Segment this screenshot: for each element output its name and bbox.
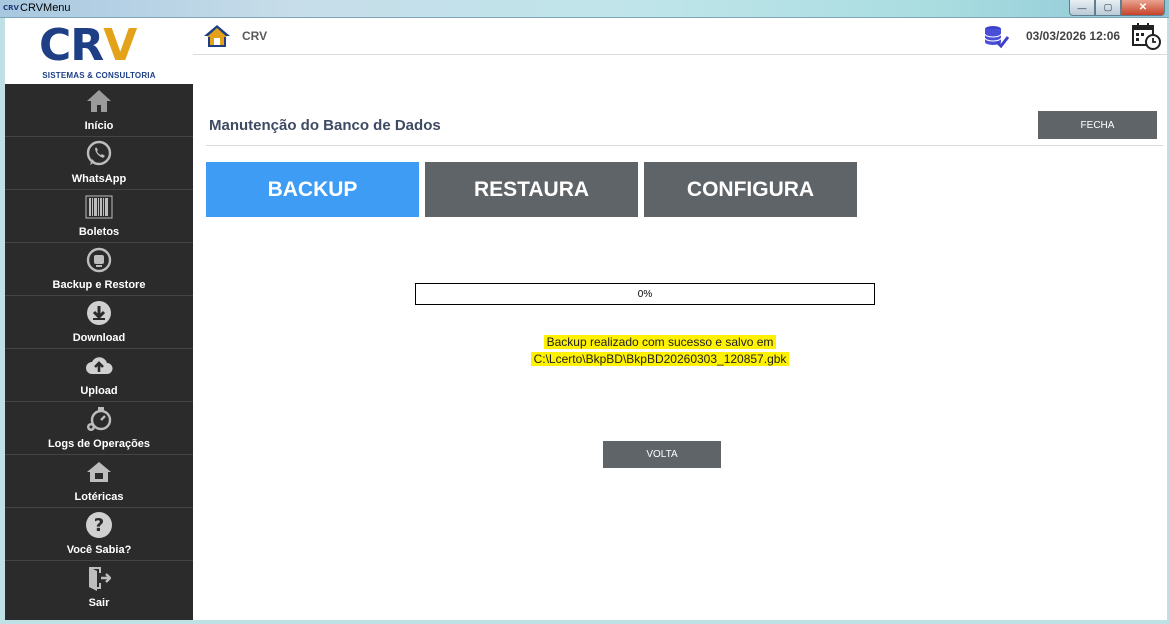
sidebar-item-lotericas[interactable]: Lotéricas [5,455,193,508]
sidebar-item-label: Logs de Operações [47,438,151,450]
maximize-button[interactable]: ▢ [1095,0,1121,16]
sidebar-item-label: Backup e Restore [52,279,146,291]
close-button[interactable]: FECHA [1038,111,1157,139]
logo-letters: CRV [39,20,137,71]
back-button[interactable]: VOLTA [603,441,721,468]
header-datetime: 03/03/2026 12:06 [1026,29,1121,43]
status-message-line1: Backup realizado com sucesso e salvo em [543,335,777,349]
svg-text:?: ? [94,515,104,536]
page-title: Manutenção do Banco de Dados [209,117,441,134]
window-title: CRVMenu [20,2,71,14]
sidebar-item-label: Início [84,120,114,132]
sidebar-item-label: Boletos [78,226,120,238]
close-window-button[interactable]: ✕ [1121,0,1165,16]
sidebar-item-label: Você Sabia? [66,544,132,556]
tab-configura[interactable]: CONFIGURA [644,162,857,217]
logs-icon [5,405,193,433]
download-icon [5,299,193,327]
sidebar-item-label: WhatsApp [71,173,127,185]
backup-restore-icon [5,246,193,274]
sidebar-item-label: Sair [88,597,110,609]
tab-restaura[interactable]: RESTAURA [425,162,638,217]
upload-icon [5,352,193,380]
sidebar-item-upload[interactable]: Upload [5,349,193,402]
home-icon [5,87,193,115]
progress-bar: 0% [415,283,875,305]
sidebar-item-label: Lotéricas [74,491,124,503]
progress-label: 0% [637,289,653,300]
status-message-path: C:\Lcerto\BkpBD\BkpBD20260303_120857.gbk [530,352,790,366]
sidebar-item-boletos[interactable]: Boletos [5,190,193,243]
logo-letter-v: V [103,20,137,71]
header-bar: CRV 03/03/2026 12:06 [193,18,1167,55]
company-logo: CRV SISTEMAS & CONSULTORIA [5,18,193,84]
tab-backup[interactable]: BACKUP [206,162,419,217]
sidebar-item-voce-sabia[interactable]: ? Você Sabia? [5,508,193,561]
store-icon [5,458,193,486]
window-controls: — ▢ ✕ [1069,0,1165,17]
sidebar-item-whatsapp[interactable]: WhatsApp [5,137,193,190]
barcode-icon [5,193,193,221]
home-icon[interactable] [203,24,231,53]
exit-icon [5,564,193,592]
sidebar-item-backup-restore[interactable]: Backup e Restore [5,243,193,296]
sidebar-item-download[interactable]: Download [5,296,193,349]
calendar-clock-icon [1132,23,1162,56]
database-check-icon [983,25,1010,54]
sidebar-item-logs[interactable]: Logs de Operações [5,402,193,455]
window-frame-bottom [0,620,1169,624]
question-icon: ? [5,511,193,539]
status-message: Backup realizado com sucesso e salvo em … [415,334,905,368]
sidebar-item-inicio[interactable]: Início [5,84,193,137]
sidebar-item-sair[interactable]: Sair [5,561,193,614]
sidebar-item-label: Upload [80,385,118,397]
sidebar: Início WhatsApp Boletos Backup e Restore… [5,84,193,620]
sidebar-item-label: Download [72,332,126,344]
title-divider [206,145,1163,146]
logo-letter-r: R [70,20,104,71]
window-titlebar: CRV CRVMenu — ▢ ✕ [0,0,1169,18]
minimize-button[interactable]: — [1069,0,1095,16]
app-icon: CRV [3,4,19,12]
logo-letter-c: C [39,20,71,71]
logo-subtitle: SISTEMAS & CONSULTORIA [42,71,156,80]
header-app-label: CRV [242,29,268,43]
whatsapp-icon [5,140,193,168]
